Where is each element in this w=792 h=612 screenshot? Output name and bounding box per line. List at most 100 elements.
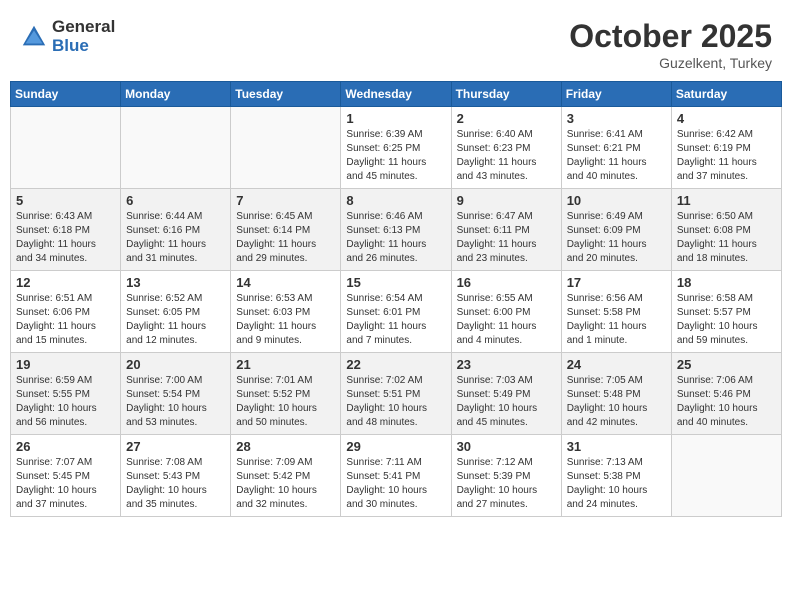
day-number: 19: [16, 357, 115, 372]
day-info: Sunrise: 6:40 AM Sunset: 6:23 PM Dayligh…: [457, 128, 556, 184]
day-number: 2: [457, 111, 556, 126]
day-info: Sunrise: 7:05 AM Sunset: 5:48 PM Dayligh…: [567, 374, 666, 430]
calendar-day: 13 Sunrise: 6:52 AM Sunset: 6:05 PM Dayli…: [121, 271, 231, 353]
day-number: 7: [236, 193, 335, 208]
day-number: 1: [346, 111, 445, 126]
day-info: Sunrise: 7:09 AM Sunset: 5:42 PM Dayligh…: [236, 456, 335, 512]
day-number: 6: [126, 193, 225, 208]
calendar-day: 23 Sunrise: 7:03 AM Sunset: 5:49 PM Dayli…: [451, 353, 561, 435]
day-info: Sunrise: 6:54 AM Sunset: 6:01 PM Dayligh…: [346, 292, 445, 348]
day-info: Sunrise: 7:02 AM Sunset: 5:51 PM Dayligh…: [346, 374, 445, 430]
logo-icon: [20, 23, 48, 51]
calendar-day: 19 Sunrise: 6:59 AM Sunset: 5:55 PM Dayli…: [11, 353, 121, 435]
day-info: Sunrise: 6:47 AM Sunset: 6:11 PM Dayligh…: [457, 210, 556, 266]
day-number: 18: [677, 275, 776, 290]
day-number: 20: [126, 357, 225, 372]
day-info: Sunrise: 6:51 AM Sunset: 6:06 PM Dayligh…: [16, 292, 115, 348]
day-info: Sunrise: 7:01 AM Sunset: 5:52 PM Dayligh…: [236, 374, 335, 430]
day-info: Sunrise: 6:52 AM Sunset: 6:05 PM Dayligh…: [126, 292, 225, 348]
day-number: 27: [126, 439, 225, 454]
day-info: Sunrise: 6:58 AM Sunset: 5:57 PM Dayligh…: [677, 292, 776, 348]
calendar-day: 26Sunrise: 7:07 AM Sunset: 5:45 PM Dayli…: [11, 435, 121, 517]
weekday-header: Friday: [561, 82, 671, 107]
day-number: 25: [677, 357, 776, 372]
day-info: Sunrise: 6:56 AM Sunset: 5:58 PM Dayligh…: [567, 292, 666, 348]
day-info: Sunrise: 7:12 AM Sunset: 5:39 PM Dayligh…: [457, 456, 556, 512]
calendar-day: 5 Sunrise: 6:43 AM Sunset: 6:18 PM Daylig…: [11, 189, 121, 271]
calendar-day: 7Sunrise: 6:45 AM Sunset: 6:14 PM Daylig…: [231, 189, 341, 271]
day-info: Sunrise: 6:39 AM Sunset: 6:25 PM Dayligh…: [346, 128, 445, 184]
calendar-day: [121, 107, 231, 189]
logo-general-text: General: [52, 18, 115, 37]
day-number: 8: [346, 193, 445, 208]
day-info: Sunrise: 6:44 AM Sunset: 6:16 PM Dayligh…: [126, 210, 225, 266]
location: Guzelkent, Turkey: [569, 55, 772, 71]
calendar-day: 4Sunrise: 6:42 AM Sunset: 6:19 PM Daylig…: [671, 107, 781, 189]
day-number: 15: [346, 275, 445, 290]
calendar-day: 16Sunrise: 6:55 AM Sunset: 6:00 PM Dayli…: [451, 271, 561, 353]
day-number: 29: [346, 439, 445, 454]
calendar-day: 29 Sunrise: 7:11 AM Sunset: 5:41 PM Dayli…: [341, 435, 451, 517]
calendar-day: 8 Sunrise: 6:46 AM Sunset: 6:13 PM Daylig…: [341, 189, 451, 271]
day-info: Sunrise: 7:03 AM Sunset: 5:49 PM Dayligh…: [457, 374, 556, 430]
calendar-day: 15 Sunrise: 6:54 AM Sunset: 6:01 PM Dayli…: [341, 271, 451, 353]
day-info: Sunrise: 7:08 AM Sunset: 5:43 PM Dayligh…: [126, 456, 225, 512]
weekday-header-row: SundayMondayTuesdayWednesdayThursdayFrid…: [11, 82, 782, 107]
day-info: Sunrise: 6:46 AM Sunset: 6:13 PM Dayligh…: [346, 210, 445, 266]
day-number: 11: [677, 193, 776, 208]
day-info: Sunrise: 6:43 AM Sunset: 6:18 PM Dayligh…: [16, 210, 115, 266]
calendar-day: 20 Sunrise: 7:00 AM Sunset: 5:54 PM Dayli…: [121, 353, 231, 435]
day-number: 31: [567, 439, 666, 454]
calendar-day: 1 Sunrise: 6:39 AM Sunset: 6:25 PM Daylig…: [341, 107, 451, 189]
day-number: 10: [567, 193, 666, 208]
day-info: Sunrise: 6:55 AM Sunset: 6:00 PM Dayligh…: [457, 292, 556, 348]
day-info: Sunrise: 7:13 AM Sunset: 5:38 PM Dayligh…: [567, 456, 666, 512]
calendar-day: 21Sunrise: 7:01 AM Sunset: 5:52 PM Dayli…: [231, 353, 341, 435]
calendar-week-row: 19 Sunrise: 6:59 AM Sunset: 5:55 PM Dayli…: [11, 353, 782, 435]
day-number: 22: [346, 357, 445, 372]
day-number: 17: [567, 275, 666, 290]
calendar-day: 10Sunrise: 6:49 AM Sunset: 6:09 PM Dayli…: [561, 189, 671, 271]
day-info: Sunrise: 6:59 AM Sunset: 5:55 PM Dayligh…: [16, 374, 115, 430]
day-info: Sunrise: 6:41 AM Sunset: 6:21 PM Dayligh…: [567, 128, 666, 184]
weekday-header: Monday: [121, 82, 231, 107]
calendar-day: [671, 435, 781, 517]
day-number: 5: [16, 193, 115, 208]
day-info: Sunrise: 7:06 AM Sunset: 5:46 PM Dayligh…: [677, 374, 776, 430]
calendar-day: 3Sunrise: 6:41 AM Sunset: 6:21 PM Daylig…: [561, 107, 671, 189]
calendar-day: 12Sunrise: 6:51 AM Sunset: 6:06 PM Dayli…: [11, 271, 121, 353]
weekday-header: Saturday: [671, 82, 781, 107]
day-info: Sunrise: 7:00 AM Sunset: 5:54 PM Dayligh…: [126, 374, 225, 430]
day-info: Sunrise: 6:42 AM Sunset: 6:19 PM Dayligh…: [677, 128, 776, 184]
day-number: 26: [16, 439, 115, 454]
weekday-header: Sunday: [11, 82, 121, 107]
calendar-day: 28 Sunrise: 7:09 AM Sunset: 5:42 PM Dayli…: [231, 435, 341, 517]
calendar-day: 11 Sunrise: 6:50 AM Sunset: 6:08 PM Dayli…: [671, 189, 781, 271]
calendar-week-row: 5 Sunrise: 6:43 AM Sunset: 6:18 PM Daylig…: [11, 189, 782, 271]
day-number: 30: [457, 439, 556, 454]
calendar-day: 22 Sunrise: 7:02 AM Sunset: 5:51 PM Dayli…: [341, 353, 451, 435]
calendar-day: 6 Sunrise: 6:44 AM Sunset: 6:16 PM Daylig…: [121, 189, 231, 271]
calendar-day: 24 Sunrise: 7:05 AM Sunset: 5:48 PM Dayli…: [561, 353, 671, 435]
day-info: Sunrise: 6:50 AM Sunset: 6:08 PM Dayligh…: [677, 210, 776, 266]
calendar-day: 17 Sunrise: 6:56 AM Sunset: 5:58 PM Dayli…: [561, 271, 671, 353]
day-info: Sunrise: 7:11 AM Sunset: 5:41 PM Dayligh…: [346, 456, 445, 512]
calendar-day: 27 Sunrise: 7:08 AM Sunset: 5:43 PM Dayli…: [121, 435, 231, 517]
calendar-day: 18 Sunrise: 6:58 AM Sunset: 5:57 PM Dayli…: [671, 271, 781, 353]
day-number: 23: [457, 357, 556, 372]
logo-blue-text: Blue: [52, 37, 115, 56]
day-info: Sunrise: 6:53 AM Sunset: 6:03 PM Dayligh…: [236, 292, 335, 348]
calendar-day: [231, 107, 341, 189]
calendar-week-row: 1 Sunrise: 6:39 AM Sunset: 6:25 PM Daylig…: [11, 107, 782, 189]
calendar-day: 14 Sunrise: 6:53 AM Sunset: 6:03 PM Dayli…: [231, 271, 341, 353]
day-number: 28: [236, 439, 335, 454]
month-title: October 2025: [569, 18, 772, 55]
day-number: 13: [126, 275, 225, 290]
day-number: 24: [567, 357, 666, 372]
calendar-day: 2 Sunrise: 6:40 AM Sunset: 6:23 PM Daylig…: [451, 107, 561, 189]
calendar-day: 30 Sunrise: 7:12 AM Sunset: 5:39 PM Dayli…: [451, 435, 561, 517]
page-header: General Blue October 2025 Guzelkent, Tur…: [10, 10, 782, 75]
calendar-week-row: 26Sunrise: 7:07 AM Sunset: 5:45 PM Dayli…: [11, 435, 782, 517]
calendar-day: 31 Sunrise: 7:13 AM Sunset: 5:38 PM Dayli…: [561, 435, 671, 517]
day-number: 14: [236, 275, 335, 290]
